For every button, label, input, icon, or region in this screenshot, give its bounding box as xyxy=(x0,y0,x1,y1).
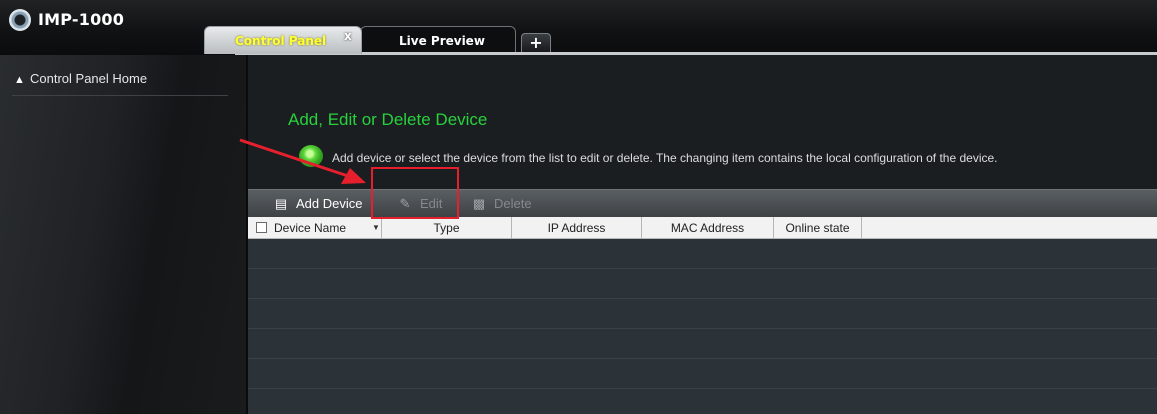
app-window: IMP-1000 Control Panel x Live Preview + … xyxy=(0,0,1157,414)
annotation-arrow xyxy=(239,138,366,184)
tab-control-panel-label: Control Panel xyxy=(235,34,327,48)
tab-control-panel[interactable]: Control Panel x xyxy=(204,26,362,54)
close-icon[interactable]: x xyxy=(344,29,352,43)
annotation-highlight-box xyxy=(371,167,459,219)
